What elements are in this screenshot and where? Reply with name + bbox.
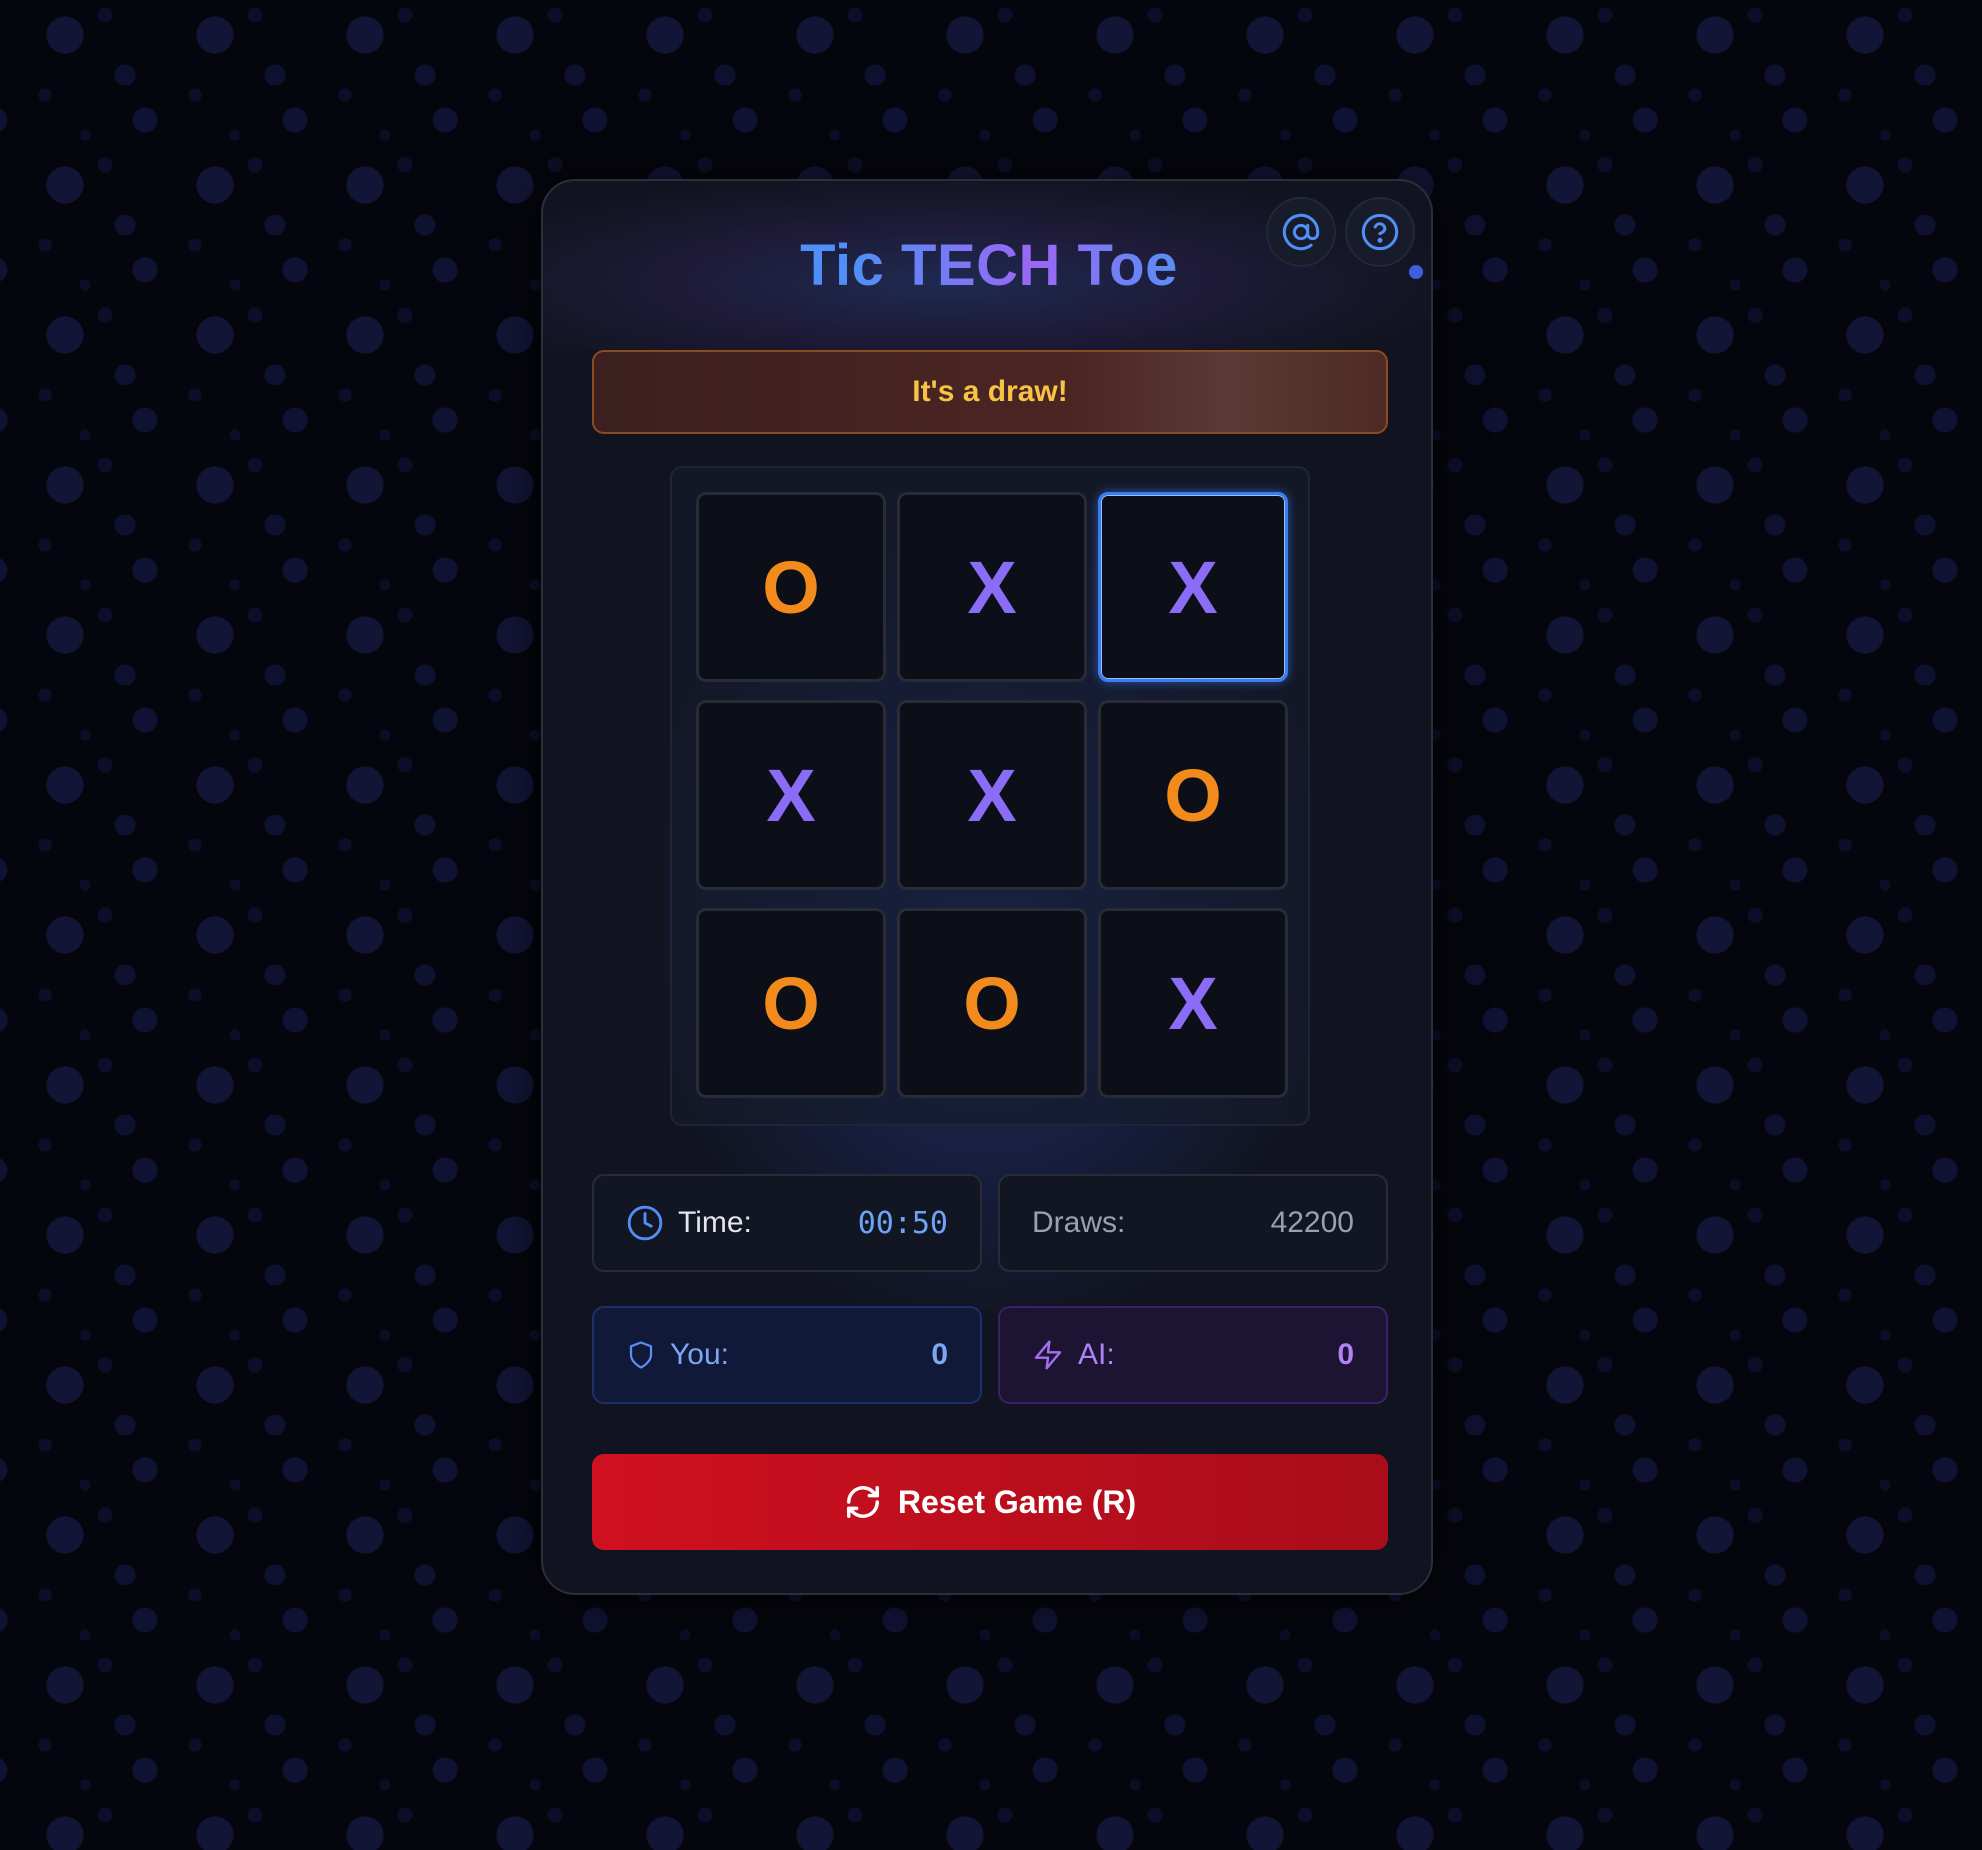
- ai-score-label: AI:: [1078, 1338, 1115, 1371]
- draws-value: 42200: [1270, 1206, 1354, 1239]
- board-cell-7[interactable]: O: [696, 908, 886, 1098]
- reset-game-button[interactable]: Reset Game (R): [592, 1454, 1388, 1550]
- reset-game-label: Reset Game (R): [897, 1483, 1137, 1520]
- board-cell-6[interactable]: O: [1098, 700, 1288, 890]
- help-button[interactable]: [1345, 197, 1415, 267]
- player-score: You: 0: [592, 1306, 982, 1404]
- ai-score: AI: 0: [998, 1306, 1388, 1404]
- lightning-icon: [1032, 1338, 1064, 1372]
- status-message: It's a draw!: [912, 375, 1068, 408]
- time-value: 00:50: [857, 1205, 948, 1241]
- draws-stat: Draws: 42200: [998, 1174, 1388, 1272]
- board-cell-9[interactable]: X: [1098, 908, 1288, 1098]
- board-cell-8[interactable]: O: [897, 908, 1087, 1098]
- time-label: Time:: [678, 1206, 752, 1239]
- draws-label: Draws:: [1032, 1206, 1126, 1239]
- question-circle-icon: [1361, 213, 1399, 251]
- at-sign-icon: [1282, 213, 1320, 251]
- game-board: O X X X X O O O X: [670, 466, 1310, 1126]
- time-stat: Time: 00:50: [592, 1174, 982, 1272]
- shield-icon: [626, 1339, 656, 1371]
- player-score-label: You:: [670, 1338, 729, 1371]
- clock-icon: [626, 1204, 664, 1242]
- board-cell-5[interactable]: X: [897, 700, 1087, 890]
- status-banner: It's a draw!: [592, 350, 1388, 434]
- board-cell-1[interactable]: O: [696, 492, 886, 682]
- contact-button[interactable]: [1266, 197, 1336, 267]
- game-card: Tic TECH Toe It's a draw! O X X X X O O …: [541, 179, 1433, 1595]
- board-cell-2[interactable]: X: [897, 492, 1087, 682]
- ai-score-value: 0: [1337, 1338, 1354, 1371]
- board-cell-3[interactable]: X: [1098, 492, 1288, 682]
- board-cell-4[interactable]: X: [696, 700, 886, 890]
- notification-dot: [1409, 265, 1423, 279]
- refresh-icon: [844, 1483, 882, 1521]
- player-score-value: 0: [931, 1338, 948, 1371]
